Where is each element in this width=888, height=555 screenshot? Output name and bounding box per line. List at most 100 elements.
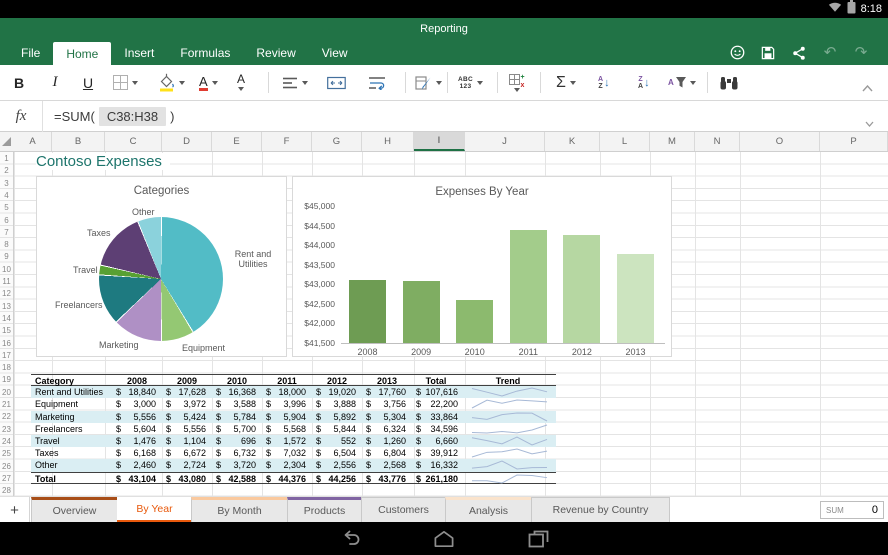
column-header-B[interactable]: B: [52, 132, 105, 151]
table-cell-value[interactable]: $1,476: [112, 435, 162, 447]
table-cell-value[interactable]: $1,104: [162, 435, 212, 447]
home-icon[interactable]: [433, 529, 455, 549]
table-cell-value[interactable]: $7,032: [262, 447, 312, 459]
table-cell-total[interactable]: $22,200: [412, 398, 460, 410]
back-icon[interactable]: [339, 529, 361, 549]
row-header-27[interactable]: 27: [0, 474, 13, 483]
row-header-24[interactable]: 24: [0, 437, 13, 446]
row-header-25[interactable]: 25: [0, 449, 13, 458]
row-header-10[interactable]: 10: [0, 265, 13, 274]
number-format-button[interactable]: ABC 123: [458, 65, 483, 100]
column-header-C[interactable]: C: [105, 132, 162, 151]
sheet-tab-overview[interactable]: Overview: [31, 497, 118, 523]
table-row[interactable]: Other $2,460 $2,724 $3,720 $2,304 $2,556 $2,56…: [31, 459, 556, 472]
sheet-tab-by-year[interactable]: By Year: [117, 497, 192, 523]
row-header-22[interactable]: 22: [0, 412, 13, 421]
table-cell-total[interactable]: $34,596: [412, 423, 460, 435]
row-header-8[interactable]: 8: [0, 240, 13, 249]
table-cell-trend[interactable]: [460, 447, 556, 459]
table-cell-value[interactable]: $5,568: [262, 423, 312, 435]
collapse-ribbon-button[interactable]: [862, 79, 873, 97]
table-cell-value[interactable]: $3,888: [312, 398, 362, 410]
table-cell-trend[interactable]: [460, 459, 556, 471]
sort-ascending-button[interactable]: AZ ↓: [598, 65, 610, 100]
row-header-12[interactable]: 12: [0, 289, 13, 298]
column-header-O[interactable]: O: [740, 132, 820, 151]
table-header-row[interactable]: Category 2008 2009 2010 2011 2012 2013 Total Tre…: [31, 374, 556, 387]
undo-icon[interactable]: ↶: [821, 44, 839, 62]
table-cell-value[interactable]: $17,628: [162, 386, 212, 398]
italic-button[interactable]: I: [46, 65, 64, 100]
table-cell-total[interactable]: $107,616: [412, 386, 460, 398]
row-header-28[interactable]: 28: [0, 486, 13, 495]
column-header-J[interactable]: J: [465, 132, 545, 151]
menu-tab-formulas[interactable]: Formulas: [167, 40, 243, 65]
table-cell-total[interactable]: $261,180: [412, 473, 460, 485]
table-cell-value[interactable]: $3,996: [262, 398, 312, 410]
table-cell-value[interactable]: $5,700: [212, 423, 262, 435]
status-sum-box[interactable]: SUM 0: [820, 501, 884, 519]
row-header-20[interactable]: 20: [0, 388, 13, 397]
table-cell-value[interactable]: $5,556: [112, 411, 162, 423]
table-cell-value[interactable]: $5,304: [362, 411, 412, 423]
table-cell-value[interactable]: $2,304: [262, 459, 312, 471]
sheet-tab-by-month[interactable]: By Month: [191, 497, 288, 523]
row-header-17[interactable]: 17: [0, 351, 13, 360]
filter-button[interactable]: A: [668, 65, 696, 100]
table-cell-value[interactable]: $5,892: [312, 411, 362, 423]
table-cell-value[interactable]: $2,556: [312, 459, 362, 471]
table-cell-category[interactable]: Equipment: [31, 398, 112, 410]
menu-tab-view[interactable]: View: [309, 40, 361, 65]
table-row[interactable]: Total $43,104 $43,080 $42,588 $44,376 $44,256…: [31, 471, 556, 485]
row-header-4[interactable]: 4: [0, 191, 13, 200]
table-cell-value[interactable]: $18,000: [262, 386, 312, 398]
bar-2009[interactable]: [402, 281, 440, 343]
table-cell-value[interactable]: $44,376: [262, 473, 312, 485]
table-row[interactable]: Freelancers $5,604 $5,556 $5,700 $5,568 $5,84…: [31, 423, 556, 435]
row-header-26[interactable]: 26: [0, 462, 13, 471]
row-header-7[interactable]: 7: [0, 228, 13, 237]
table-cell-value[interactable]: $43,104: [112, 473, 162, 485]
table-cell-value[interactable]: $6,168: [112, 447, 162, 459]
menu-tab-home[interactable]: Home: [53, 42, 112, 65]
table-row[interactable]: Equipment $3,000 $3,972 $3,588 $3,996 $3,888 $…: [31, 398, 556, 410]
font-color-button[interactable]: A: [199, 65, 218, 100]
table-cell-total[interactable]: $6,660: [412, 435, 460, 447]
row-header-2[interactable]: 2: [0, 166, 13, 175]
table-cell-trend[interactable]: [460, 411, 556, 423]
sheet-tab-analysis[interactable]: Analysis: [445, 497, 532, 523]
row-header-3[interactable]: 3: [0, 179, 13, 188]
redo-icon[interactable]: ↷: [852, 44, 870, 62]
row-header-16[interactable]: 16: [0, 339, 13, 348]
row-header-9[interactable]: 9: [0, 252, 13, 261]
table-cell-value[interactable]: $3,756: [362, 398, 412, 410]
table-row[interactable]: Taxes $6,168 $6,672 $6,732 $7,032 $6,504 $6,80…: [31, 447, 556, 459]
row-header-23[interactable]: 23: [0, 425, 13, 434]
bar-2011[interactable]: [509, 230, 547, 343]
bar-2012[interactable]: [563, 235, 601, 343]
cell-format-button[interactable]: [415, 65, 442, 100]
row-header-19[interactable]: 19: [0, 375, 13, 384]
table-cell-value[interactable]: $5,424: [162, 411, 212, 423]
table-cell-value[interactable]: $1,572: [262, 435, 312, 447]
column-header-P[interactable]: P: [820, 132, 888, 151]
sheet-tab-revenue-by-country[interactable]: Revenue by Country: [531, 497, 670, 523]
row-header-15[interactable]: 15: [0, 326, 13, 335]
fill-color-button[interactable]: [158, 65, 185, 100]
table-cell-value[interactable]: $552: [312, 435, 362, 447]
table-cell-category[interactable]: Marketing: [31, 411, 112, 423]
table-cell-value[interactable]: $3,588: [212, 398, 262, 410]
table-cell-trend[interactable]: [460, 435, 556, 447]
row-header-21[interactable]: 21: [0, 400, 13, 409]
table-cell-value[interactable]: $3,720: [212, 459, 262, 471]
table-cell-value[interactable]: $16,368: [212, 386, 262, 398]
column-header-N[interactable]: N: [695, 132, 740, 151]
row-header-14[interactable]: 14: [0, 314, 13, 323]
table-cell-value[interactable]: $42,588: [212, 473, 262, 485]
table-cell-value[interactable]: $5,904: [262, 411, 312, 423]
table-cell-trend[interactable]: [460, 398, 556, 410]
column-header-F[interactable]: F: [262, 132, 312, 151]
formula-input[interactable]: =SUM( C38:H38 ): [54, 101, 174, 132]
add-sheet-button[interactable]: +: [0, 497, 30, 523]
table-row[interactable]: Rent and Utilities $18,840 $17,628 $16,368 $…: [31, 386, 556, 399]
